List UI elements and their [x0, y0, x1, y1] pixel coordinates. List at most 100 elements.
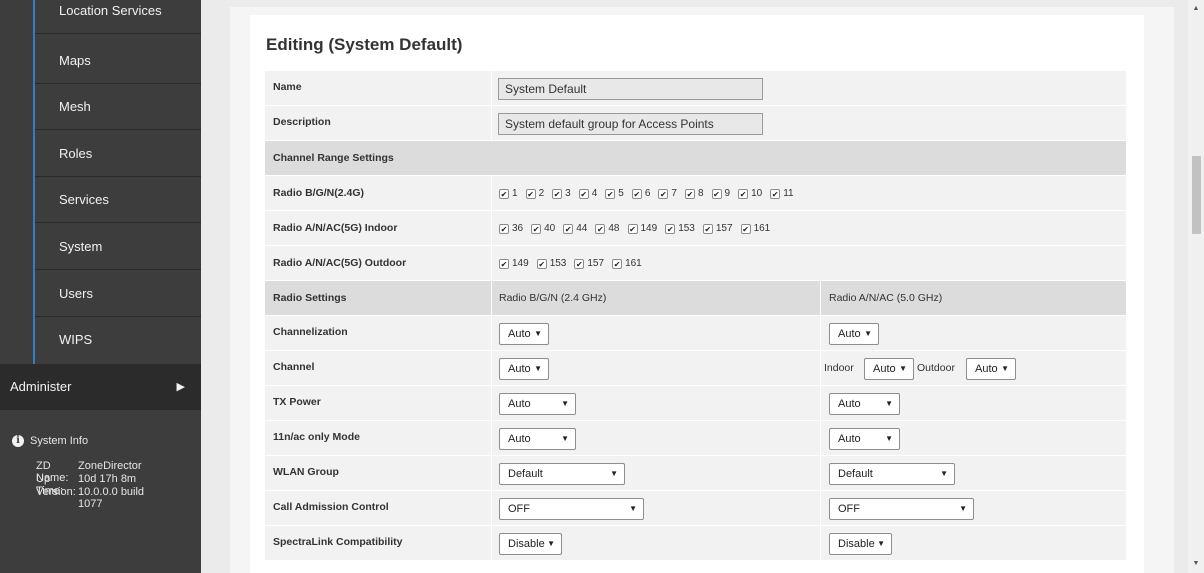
- channel-checkbox-5g-indoor-48[interactable]: ✔ 48: [595, 211, 620, 246]
- radio-bgn-checkboxes: ✔ 1 ✔ 2 ✔ 3 ✔ 4 ✔ 5 ✔ 6 ✔ 7 ✔ 8 ✔ 9 ✔ 10 ✔ 11: [499, 176, 802, 211]
- spectralink-5-select[interactable]: Disable ▼: [829, 533, 892, 555]
- channel-checkbox-bgn-4[interactable]: ✔ 4: [578, 176, 598, 211]
- channel-number: 6: [644, 188, 651, 199]
- sidebar-item-users[interactable]: Users: [35, 271, 201, 317]
- system-info-title: i System Info: [12, 434, 88, 448]
- channel-checkbox-5g-indoor-40[interactable]: ✔ 40: [531, 211, 555, 246]
- spectralink-24-select[interactable]: Disable ▼: [499, 533, 562, 555]
- radio-5g-outdoor-checkboxes: ✔ 149 ✔ 153 ✔ 157 ✔ 161: [499, 246, 650, 281]
- scrollbar-thumb[interactable]: [1192, 156, 1201, 234]
- wlan-group-24-select[interactable]: Default ▼: [499, 463, 625, 485]
- channel-checkbox-5g-outdoor-149[interactable]: ✔ 149: [499, 246, 529, 281]
- channel-checkbox-5g-outdoor-153[interactable]: ✔ 153: [536, 246, 566, 281]
- cac-5-select[interactable]: OFF ▼: [829, 498, 974, 520]
- scroll-up-icon[interactable]: ▲: [1188, 4, 1204, 14]
- channel-number: 8: [697, 188, 704, 199]
- tx-power-24-select[interactable]: Auto ▼: [499, 393, 576, 415]
- sidebar-item-system[interactable]: System: [35, 224, 201, 270]
- sidebar-item-maps[interactable]: Maps: [35, 38, 201, 84]
- indoor-label: Indoor: [824, 362, 854, 374]
- channel-5-indoor-value: Auto: [873, 363, 896, 375]
- radio-settings-header: Radio Settings Radio B/G/N (2.4 GHz) Rad…: [265, 281, 1126, 316]
- outdoor-label: Outdoor: [917, 362, 955, 374]
- channel-range-header: Channel Range Settings: [265, 141, 1126, 176]
- channel-checkbox-bgn-5[interactable]: ✔ 5: [605, 176, 624, 211]
- channel-number: 149: [512, 258, 529, 269]
- n-only-label: 11n/ac only Mode: [273, 431, 360, 443]
- channel-checkbox-5g-indoor-149[interactable]: ✔ 149: [627, 211, 657, 246]
- n-only-24-value: Auto: [508, 433, 531, 445]
- checkmark-icon: ✔: [684, 189, 695, 199]
- checkmark-icon: ✔: [612, 259, 623, 269]
- n-only-24-select[interactable]: Auto ▼: [499, 428, 576, 450]
- channel-number: 157: [715, 223, 733, 234]
- n-only-col2: [491, 421, 1126, 456]
- scroll-down-icon[interactable]: ▼: [1188, 559, 1204, 569]
- scrollbar[interactable]: ▲ ▼: [1188, 0, 1204, 573]
- sidebar-item-mesh[interactable]: Mesh: [35, 84, 201, 130]
- channel-5-indoor-select[interactable]: Auto ▼: [864, 358, 914, 380]
- channel-number: 4: [591, 188, 598, 199]
- system-info-panel: i System Info ZD Name:ZoneDirector Up Tim…: [0, 410, 201, 573]
- channelization-5-select[interactable]: Auto ▼: [829, 323, 879, 345]
- channel-checkbox-bgn-2[interactable]: ✔ 2: [525, 176, 544, 211]
- wlan-group-5-select[interactable]: Default ▼: [829, 463, 955, 485]
- channel-checkbox-5g-outdoor-157[interactable]: ✔ 157: [574, 246, 604, 281]
- checkmark-icon: ✔: [738, 189, 749, 199]
- wlan-group-label: WLAN Group: [273, 466, 339, 478]
- channel-number: 40: [544, 223, 556, 234]
- sidebar-item-roles[interactable]: Roles: [35, 131, 201, 177]
- description-label: Description: [273, 116, 331, 128]
- channel-24-select[interactable]: Auto ▼: [499, 358, 549, 380]
- name-input[interactable]: [498, 78, 763, 100]
- spectralink-24-value: Disable: [508, 538, 545, 550]
- sidebar-item-location-services[interactable]: Location Services: [35, 0, 201, 34]
- channel-checkbox-bgn-10[interactable]: ✔ 10: [738, 176, 762, 211]
- checkmark-icon: ✔: [536, 259, 547, 269]
- version-row: Version: 10.0.0.0 build 1077: [36, 486, 158, 510]
- channel-checkbox-5g-indoor-44[interactable]: ✔ 44: [563, 211, 587, 246]
- channel-label: Channel: [273, 361, 315, 373]
- channel-checkbox-5g-outdoor-161[interactable]: ✔ 161: [612, 246, 642, 281]
- channel-checkbox-bgn-1[interactable]: ✔ 1: [499, 176, 518, 211]
- channel-checkbox-5g-indoor-36[interactable]: ✔ 36: [499, 211, 523, 246]
- cac-24-select[interactable]: OFF ▼: [499, 498, 644, 520]
- wlan-group-5-value: Default: [838, 468, 873, 480]
- channel-checkbox-5g-indoor-153[interactable]: ✔ 153: [665, 211, 695, 246]
- checkmark-icon: ✔: [578, 189, 589, 199]
- checkmark-icon: ✔: [499, 259, 509, 269]
- channel-number: 9: [724, 188, 731, 199]
- checkmark-icon: ✔: [711, 189, 722, 199]
- radio-bgn-row: Radio B/G/N(2.4G) ✔ 1 ✔ 2 ✔ 3 ✔ 4 ✔ 5 ✔ 6 ✔ 7 ✔ 8 ✔ 9 ✔ 10 ✔…: [265, 176, 1126, 211]
- channel-checkbox-bgn-3[interactable]: ✔ 3: [552, 176, 571, 211]
- n-only-5-select[interactable]: Auto ▼: [829, 428, 900, 450]
- channel-checkbox-bgn-9[interactable]: ✔ 9: [711, 176, 731, 211]
- channel-checkbox-bgn-7[interactable]: ✔ 7: [658, 176, 677, 211]
- channel-checkbox-bgn-11[interactable]: ✔ 11: [770, 176, 794, 211]
- channel-checkbox-5g-indoor-161[interactable]: ✔ 161: [740, 211, 770, 246]
- radio-settings-label: Radio Settings: [273, 292, 347, 304]
- sidebar-item-administer[interactable]: Administer ▶: [0, 364, 201, 410]
- channel-checkbox-bgn-8[interactable]: ✔ 8: [684, 176, 704, 211]
- caret-down-icon: ▼: [629, 504, 637, 513]
- channel-24-value: Auto: [508, 363, 531, 375]
- sidebar-item-label: Roles: [59, 146, 93, 161]
- channelization-5-value: Auto: [838, 328, 861, 340]
- checkmark-icon: ✔: [740, 224, 751, 234]
- channelization-col3: [820, 316, 821, 351]
- sidebar-item-label: Location Services: [59, 3, 162, 18]
- channel-checkbox-bgn-6[interactable]: ✔ 6: [631, 176, 651, 211]
- channel-checkbox-5g-indoor-157[interactable]: ✔ 157: [702, 211, 733, 246]
- tx-power-5-select[interactable]: Auto ▼: [829, 393, 900, 415]
- channel-5-outdoor-select[interactable]: Auto ▼: [966, 358, 1016, 380]
- channel-number: 44: [576, 223, 588, 234]
- channel-number: 10: [751, 188, 763, 199]
- caret-down-icon: ▼: [885, 434, 893, 443]
- sidebar-item-services[interactable]: Services: [35, 177, 201, 223]
- channel-number: 7: [671, 188, 677, 199]
- radio-5g-outdoor-row: Radio A/N/AC(5G) Outdoor ✔ 149 ✔ 153 ✔ 157 ✔ 16…: [265, 246, 1126, 281]
- sidebar-item-wips[interactable]: WIPS: [35, 317, 201, 363]
- channelization-24-select[interactable]: Auto ▼: [499, 323, 549, 345]
- caret-down-icon: ▼: [534, 329, 542, 338]
- description-input[interactable]: [498, 113, 763, 135]
